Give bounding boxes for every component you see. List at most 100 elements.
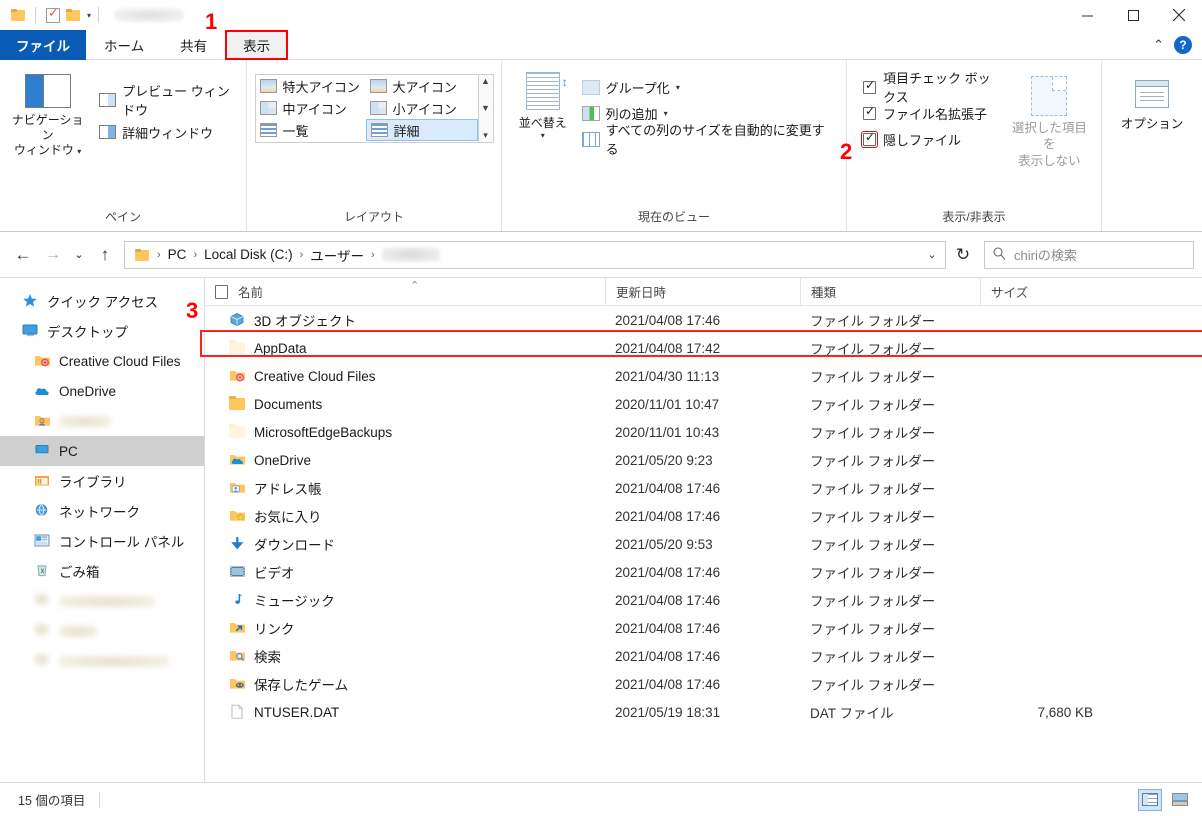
forward-button[interactable]: → [38, 240, 68, 270]
file-list-pane[interactable]: 名前 更新日時 種類 サイズ ⌃ 3D オブジェクト 2021/04/08 17… [205, 278, 1202, 782]
options-button[interactable]: オプション [1119, 80, 1185, 132]
file-name-cell[interactable]: Creative Cloud Files [205, 362, 605, 390]
breadcrumb[interactable]: › PC › Local Disk (C:) › ユーザー › ⌄ [124, 240, 946, 270]
sidebar-item-recycle-bin[interactable]: ごみ箱 [0, 556, 204, 586]
sidebar-item-network[interactable]: ネットワーク [0, 496, 204, 526]
new-folder-icon[interactable] [63, 5, 83, 25]
sort-by-button[interactable]: ↕ 並べ替え ▾ [512, 72, 574, 140]
address-dropdown-icon[interactable]: ⌄ [921, 240, 943, 270]
close-button[interactable] [1156, 0, 1202, 30]
navigation-pane-button[interactable]: ナビゲーション ウィンドウ ▾ [10, 70, 85, 158]
sidebar-item-redacted-3[interactable] [0, 646, 204, 676]
search-input[interactable]: chiriの検索 [984, 240, 1194, 269]
chevron-down-icon[interactable]: ▾ [77, 147, 81, 156]
scroll-down-icon[interactable]: ▼ [481, 104, 490, 113]
size-all-columns-button[interactable]: すべての列のサイズを自動的に変更する [581, 123, 836, 157]
sidebar-item-pc[interactable]: PC [0, 436, 204, 466]
item-check-boxes-checkbox[interactable]: 項目チェック ボックス [863, 71, 996, 105]
layout-details[interactable]: 詳細 [365, 119, 478, 141]
navigation-pane[interactable]: クイック アクセス デスクトップ Creative Cloud Files On… [0, 278, 205, 782]
tab-file[interactable]: ファイル [0, 30, 86, 60]
column-header-date[interactable]: 更新日時 [605, 278, 800, 306]
file-name-cell[interactable]: NTUSER.DAT [205, 698, 605, 726]
explorer-folder-icon[interactable] [8, 5, 28, 25]
checkbox-icon[interactable] [861, 130, 878, 148]
sidebar-item-libraries[interactable]: ライブラリ [0, 466, 204, 496]
table-row[interactable]: AppData 2021/04/08 17:42 ファイル フォルダー [205, 334, 1202, 362]
table-row[interactable]: NTUSER.DAT 2021/05/19 18:31 DAT ファイル 7,6… [205, 698, 1202, 726]
chevron-down-icon[interactable]: ▾ [676, 83, 680, 92]
tab-home[interactable]: ホーム [86, 30, 162, 60]
gallery-scrollbar[interactable]: ▲ ▼ ▾ [477, 75, 493, 142]
table-row[interactable]: ビデオ 2021/04/08 17:46 ファイル フォルダー [205, 558, 1202, 586]
column-headers[interactable]: 名前 更新日時 種類 サイズ ⌃ [205, 278, 1202, 306]
recent-locations-icon[interactable]: ⌄ [68, 240, 90, 270]
minimize-button[interactable] [1064, 0, 1110, 30]
preview-pane-button[interactable]: プレビュー ウィンドウ [99, 84, 236, 118]
breadcrumb-item-local-disk[interactable]: Local Disk (C:) [200, 247, 297, 262]
help-icon[interactable]: ? [1174, 35, 1192, 54]
file-name-cell[interactable]: ダウンロード [205, 530, 605, 558]
sidebar-item-user-redacted[interactable] [0, 406, 204, 436]
table-row[interactable]: 3D オブジェクト 2021/04/08 17:46 ファイル フォルダー [205, 306, 1202, 334]
select-all-checkbox[interactable] [215, 284, 228, 299]
file-name-cell[interactable]: 保存したゲーム [205, 670, 605, 698]
checkbox-icon[interactable] [863, 78, 876, 94]
layout-small-icons[interactable]: 小アイコン [366, 97, 478, 119]
quick-access-toolbar[interactable]: ▾ [8, 5, 106, 25]
file-name-cell[interactable]: アドレス帳 [205, 474, 605, 502]
sidebar-item-redacted-1[interactable] [0, 586, 204, 616]
file-name-cell[interactable]: OneDrive [205, 446, 605, 474]
ribbon-tab-strip[interactable]: ファイル ホーム 共有 表示 ⌃ ? [0, 30, 1202, 60]
sidebar-item-redacted-2[interactable] [0, 616, 204, 646]
table-row[interactable]: Creative Cloud Files 2021/04/30 11:13 ファ… [205, 362, 1202, 390]
back-button[interactable]: ← [8, 240, 38, 270]
file-rows[interactable]: 3D オブジェクト 2021/04/08 17:46 ファイル フォルダー Ap… [205, 306, 1202, 726]
layout-extra-large-icons[interactable]: 特大アイコン [256, 75, 366, 97]
sidebar-item-onedrive[interactable]: OneDrive [0, 376, 204, 406]
table-row[interactable]: 保存したゲーム 2021/04/08 17:46 ファイル フォルダー [205, 670, 1202, 698]
ribbon-right-tools[interactable]: ⌃ ? [1153, 30, 1202, 59]
column-header-name[interactable]: 名前 [205, 278, 605, 306]
table-row[interactable]: OneDrive 2021/05/20 9:23 ファイル フォルダー [205, 446, 1202, 474]
layout-list[interactable]: 一覧 [256, 119, 366, 141]
refresh-button[interactable]: ↻ [948, 240, 978, 270]
up-button[interactable]: ↑ [90, 240, 120, 270]
file-name-cell[interactable]: ビデオ [205, 558, 605, 586]
table-row[interactable]: MicrosoftEdgeBackups 2020/11/01 10:43 ファ… [205, 418, 1202, 446]
table-row[interactable]: Documents 2020/11/01 10:47 ファイル フォルダー [205, 390, 1202, 418]
layout-large-icons[interactable]: 大アイコン [366, 75, 478, 97]
chevron-down-icon[interactable]: ▾ [541, 131, 545, 140]
details-pane-button[interactable]: 詳細ウィンドウ [99, 116, 236, 148]
sidebar-item-desktop[interactable]: デスクトップ [0, 316, 204, 346]
file-name-cell[interactable]: AppData [205, 334, 605, 362]
table-row[interactable]: お気に入り 2021/04/08 17:46 ファイル フォルダー [205, 502, 1202, 530]
address-bar-actions[interactable]: ⌄ [921, 240, 943, 270]
file-name-cell[interactable]: 3D オブジェクト [205, 306, 605, 334]
sidebar-item-control-panel[interactable]: コントロール パネル [0, 526, 204, 556]
file-name-cell[interactable]: リンク [205, 614, 605, 642]
table-row[interactable]: ミュージック 2021/04/08 17:46 ファイル フォルダー [205, 586, 1202, 614]
column-header-type[interactable]: 種類 [800, 278, 980, 306]
table-row[interactable]: アドレス帳 2021/04/08 17:46 ファイル フォルダー [205, 474, 1202, 502]
breadcrumb-item-pc[interactable]: PC [164, 247, 191, 262]
table-row[interactable]: リンク 2021/04/08 17:46 ファイル フォルダー [205, 614, 1202, 642]
checkbox-icon[interactable] [863, 104, 876, 120]
chevron-down-icon[interactable]: ▾ [664, 109, 668, 118]
maximize-button[interactable] [1110, 0, 1156, 30]
table-row[interactable]: ダウンロード 2021/05/20 9:53 ファイル フォルダー [205, 530, 1202, 558]
column-header-size[interactable]: サイズ [980, 278, 1105, 306]
hidden-files-checkbox[interactable]: 隠しファイル [861, 126, 996, 152]
layout-medium-icons[interactable]: 中アイコン [256, 97, 366, 119]
tab-share[interactable]: 共有 [162, 30, 225, 60]
hide-selected-items-button[interactable]: 選択した項目を 表示しない [1008, 76, 1091, 169]
sidebar-item-quick-access[interactable]: クイック アクセス [0, 286, 204, 316]
breadcrumb-item-user-redacted[interactable] [378, 247, 444, 262]
sidebar-item-creative-cloud-files[interactable]: Creative Cloud Files [0, 346, 204, 376]
file-name-cell[interactable]: ミュージック [205, 586, 605, 614]
window-controls[interactable] [1064, 0, 1202, 30]
gallery-more-icon[interactable]: ▾ [483, 131, 488, 140]
properties-check-icon[interactable] [43, 5, 63, 25]
collapse-ribbon-icon[interactable]: ⌃ [1153, 37, 1164, 53]
tab-view[interactable]: 表示 [225, 30, 289, 60]
